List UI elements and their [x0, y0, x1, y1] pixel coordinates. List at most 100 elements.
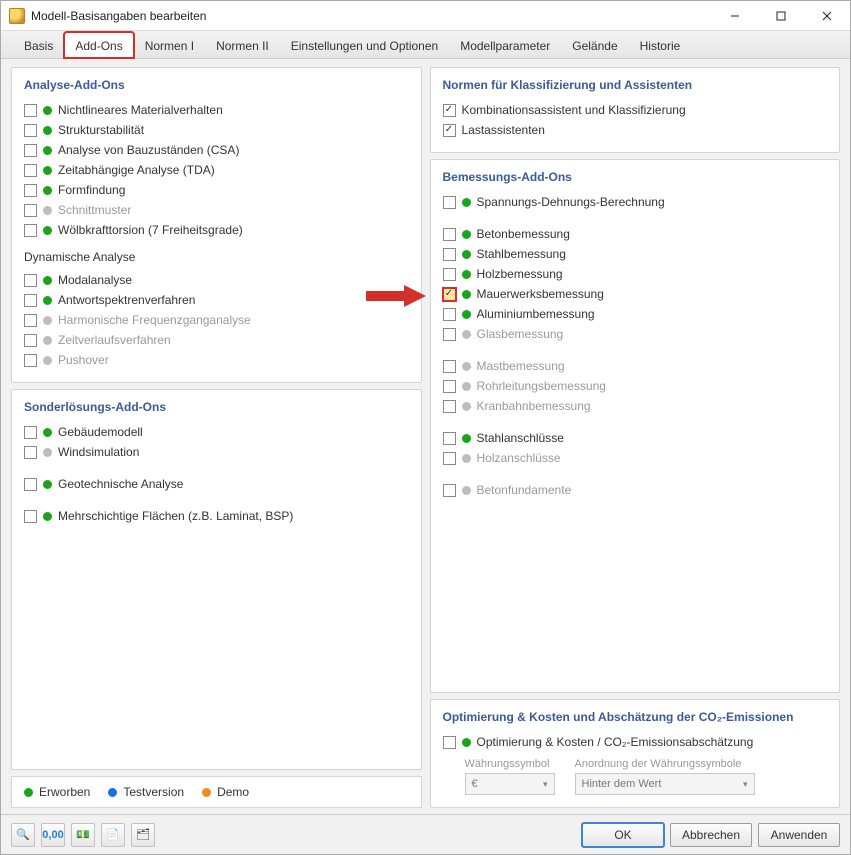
checkbox[interactable] [443, 328, 456, 341]
minimize-button[interactable] [712, 1, 758, 31]
checkbox[interactable] [24, 314, 37, 327]
checkbox[interactable] [24, 204, 37, 217]
item-label: Pushover [58, 353, 109, 367]
item-label: Antwortspektrenverfahren [58, 293, 195, 307]
checkbox[interactable] [443, 288, 456, 301]
checkbox[interactable] [443, 268, 456, 281]
checkbox[interactable] [24, 426, 37, 439]
checkbox[interactable] [443, 452, 456, 465]
item-label: Gebäudemodell [58, 425, 143, 439]
tab-basis[interactable]: Basis [13, 32, 64, 58]
status-dot-icon [462, 362, 471, 371]
checkbox[interactable] [24, 478, 37, 491]
panel-optimierung: Optimierung & Kosten und Abschätzung der… [430, 699, 841, 808]
checkbox[interactable] [443, 360, 456, 373]
tool-3[interactable]: 💵 [71, 823, 95, 847]
checkbox[interactable] [443, 308, 456, 321]
item-label: Analyse von Bauzuständen (CSA) [58, 143, 239, 157]
legend-erworben: Erworben [39, 785, 90, 799]
status-dot-icon [462, 310, 471, 319]
maximize-button[interactable] [758, 1, 804, 31]
panel-analyse: Analyse-Add-Ons Nichtlineares Materialve… [11, 67, 422, 383]
panel-title: Sonderlösungs-Add-Ons [24, 400, 409, 414]
checkbox[interactable] [443, 104, 456, 117]
item-label: Zeitverlaufsverfahren [58, 333, 171, 347]
tab-gelaende[interactable]: Gelände [561, 32, 628, 58]
tool-5[interactable]: 🗂 [131, 823, 155, 847]
tab-add-ons[interactable]: Add-Ons [64, 32, 133, 58]
currency-symbol-select[interactable]: €▾ [465, 773, 555, 795]
checkbox[interactable] [24, 104, 37, 117]
status-dot-icon [43, 512, 52, 521]
tab-historie[interactable]: Historie [629, 32, 692, 58]
currency-order-select[interactable]: Hinter dem Wert▾ [575, 773, 755, 795]
checkbox[interactable] [443, 228, 456, 241]
item-label: Schnittmuster [58, 203, 131, 217]
item-label: Kombinationsassistent und Klassifizierun… [462, 103, 686, 117]
tab-modellparameter[interactable]: Modellparameter [449, 32, 561, 58]
checkbox[interactable] [443, 380, 456, 393]
close-button[interactable] [804, 1, 850, 31]
dot-demo-icon [202, 788, 211, 797]
checkbox[interactable] [443, 736, 456, 749]
panel-sonder: Sonderlösungs-Add-Ons Gebäudemodell Winds… [11, 389, 422, 770]
item-label: Betonbemessung [477, 227, 570, 241]
status-dot-icon [462, 250, 471, 259]
item-label: Harmonische Frequenzganganalyse [58, 313, 251, 327]
checkbox[interactable] [24, 164, 37, 177]
status-dot-icon [43, 276, 52, 285]
status-dot-icon [462, 402, 471, 411]
status-dot-icon [43, 166, 52, 175]
app-icon [9, 8, 25, 24]
checkbox[interactable] [24, 124, 37, 137]
tool-help[interactable]: 🔍 [11, 823, 35, 847]
checkbox[interactable] [24, 510, 37, 523]
item-label: Windsimulation [58, 445, 139, 459]
checkbox[interactable] [443, 124, 456, 137]
checkbox[interactable] [443, 248, 456, 261]
dot-erworben-icon [24, 788, 33, 797]
item-label: Glasbemessung [477, 327, 564, 341]
checkbox[interactable] [24, 224, 37, 237]
tool-units[interactable]: 0,00 [41, 823, 65, 847]
item-label: Stahlbemessung [477, 247, 566, 261]
tab-strip: Basis Add-Ons Normen I Normen II Einstel… [1, 31, 850, 59]
panel-title: Analyse-Add-Ons [24, 78, 409, 92]
checkbox[interactable] [443, 196, 456, 209]
checkbox[interactable] [443, 432, 456, 445]
checkbox[interactable] [24, 144, 37, 157]
chevron-down-icon: ▾ [543, 779, 548, 790]
item-label: Rohrleitungsbemessung [477, 379, 606, 393]
status-dot-icon [462, 434, 471, 443]
status-dot-icon [43, 428, 52, 437]
status-dot-icon [43, 296, 52, 305]
item-label: Kranbahnbemessung [477, 399, 591, 413]
checkbox[interactable] [24, 274, 37, 287]
item-label: Mastbemessung [477, 359, 565, 373]
checkbox[interactable] [24, 184, 37, 197]
status-dot-icon [462, 330, 471, 339]
item-label: Mehrschichtige Flächen (z.B. Laminat, BS… [58, 509, 293, 523]
item-label: Geotechnische Analyse [58, 477, 183, 491]
apply-button[interactable]: Anwenden [758, 823, 840, 847]
legend: Erworben Testversion Demo [11, 776, 422, 808]
dot-testversion-icon [108, 788, 117, 797]
checkbox[interactable] [24, 446, 37, 459]
checkbox[interactable] [24, 294, 37, 307]
checkbox[interactable] [443, 484, 456, 497]
footer-bar: 🔍 0,00 💵 📄 🗂 OK Abbrechen Anwenden [1, 814, 850, 854]
status-dot-icon [462, 486, 471, 495]
item-label: Wölbkrafttorsion (7 Freiheitsgrade) [58, 223, 243, 237]
checkbox[interactable] [24, 334, 37, 347]
tab-einstellungen[interactable]: Einstellungen und Optionen [280, 32, 449, 58]
ok-button[interactable]: OK [582, 823, 664, 847]
cancel-button[interactable]: Abbrechen [670, 823, 752, 847]
checkbox[interactable] [24, 354, 37, 367]
status-dot-icon [43, 316, 52, 325]
tool-4[interactable]: 📄 [101, 823, 125, 847]
legend-testversion: Testversion [123, 785, 184, 799]
status-dot-icon [43, 186, 52, 195]
tab-normen-2[interactable]: Normen II [205, 32, 280, 58]
tab-normen-1[interactable]: Normen I [134, 32, 205, 58]
checkbox[interactable] [443, 400, 456, 413]
